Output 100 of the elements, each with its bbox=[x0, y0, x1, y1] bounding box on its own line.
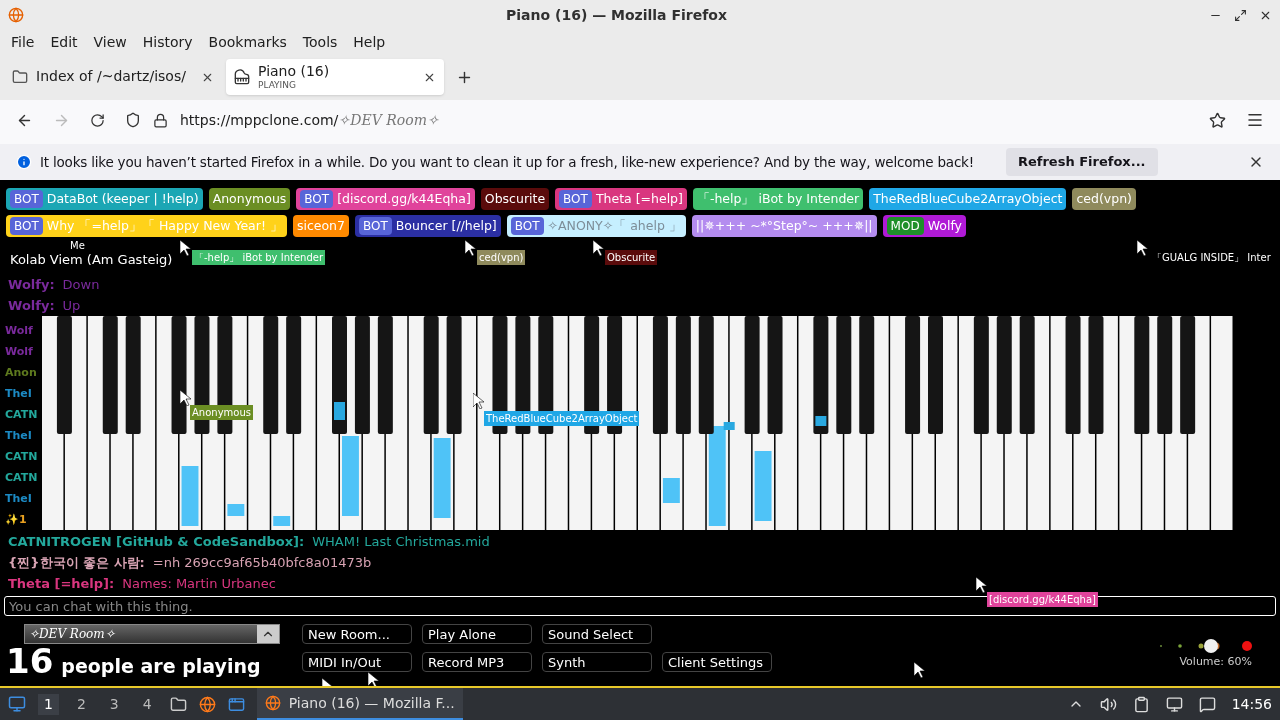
cursor-name-label: TheRedBlueCube2ArrayObject bbox=[484, 411, 640, 426]
user-name: Theta [=help] bbox=[595, 189, 683, 208]
control-button[interactable]: Sound Select bbox=[542, 624, 652, 644]
chat-name: Wolf bbox=[5, 323, 33, 339]
chat-name: CATN bbox=[5, 407, 38, 423]
user-name-tag[interactable]: BOT [discord.gg/k44Eqha] bbox=[296, 188, 475, 210]
user-name: Why 「=help」「 Happy New Year! 」 bbox=[46, 216, 283, 235]
chat-message: CATNITROGEN [GitHub & CodeSandbox]: WHAM! Last Christmas.mid bbox=[8, 533, 490, 551]
window-title: Piano (16) — Mozilla Firefox bbox=[505, 5, 728, 25]
cursor-icon bbox=[1137, 240, 1148, 256]
control-button[interactable]: New Room... bbox=[302, 624, 412, 644]
chat-message: Theta [=help]: Names: Martin Urbanec bbox=[8, 575, 276, 593]
cursor-icon bbox=[465, 240, 476, 256]
role-badge: BOT bbox=[10, 217, 43, 235]
chat-name: Wolf bbox=[5, 344, 33, 360]
role-badge: BOT bbox=[300, 190, 334, 208]
cursor-name-label: ced(vpn) bbox=[477, 250, 526, 265]
chat-name: TheI bbox=[5, 386, 32, 402]
cursor-icon bbox=[914, 662, 925, 678]
user-name: Wolfy bbox=[927, 216, 962, 235]
user-name-tag[interactable]: BOT Why 「=help」「 Happy New Year! 」 bbox=[6, 215, 287, 237]
cursor-name-label: Anonymous bbox=[190, 405, 253, 420]
player-count: 16 bbox=[6, 644, 54, 678]
chat-name: TheI bbox=[5, 428, 32, 444]
role-badge: BOT bbox=[359, 217, 392, 235]
tab-subtitle: PLAYING bbox=[258, 80, 297, 92]
menu-item[interactable]: Tools bbox=[294, 31, 346, 53]
user-name-tag[interactable]: BOT DataBot (keeper | !help) bbox=[6, 188, 203, 210]
cursor-name-label: [discord.gg/k44Eqha] bbox=[987, 592, 1098, 607]
tab-title: Piano (16) bbox=[258, 62, 331, 81]
menu-item[interactable]: Help bbox=[345, 31, 394, 53]
cursor-icon bbox=[180, 390, 191, 406]
room-selector[interactable]: ✧DEV Room✧ bbox=[24, 624, 280, 644]
workspace-switch[interactable]: 2 bbox=[70, 693, 92, 715]
tab-title: Index of /~dartz/isos/ bbox=[36, 68, 187, 86]
control-button[interactable]: Record MP3 bbox=[422, 652, 532, 672]
role-badge: BOT bbox=[10, 190, 43, 208]
browser-icon[interactable] bbox=[198, 695, 216, 713]
menu-item[interactable]: View bbox=[85, 31, 135, 53]
refresh-firefox-button[interactable]: Refresh Firefox... bbox=[1005, 148, 1158, 176]
cursor-icon bbox=[976, 577, 987, 593]
chat-message: Wolfy: Up bbox=[8, 297, 81, 315]
own-cursor-name: Kolab Viem (Am Gasteig) bbox=[10, 251, 173, 269]
user-name: Bouncer [//help] bbox=[395, 216, 497, 235]
user-name: ✧ANONY✧「 ahelp 」 bbox=[547, 216, 682, 235]
info-icon bbox=[16, 154, 32, 170]
clipboard-icon[interactable] bbox=[1132, 695, 1150, 713]
workspace-switch[interactable]: 4 bbox=[136, 693, 158, 715]
user-name-tag[interactable]: BOT Theta [=help] bbox=[555, 188, 687, 210]
browser-tab[interactable]: Index of /~dartz/isos/ bbox=[4, 59, 222, 95]
piano-keyboard-drawing[interactable] bbox=[42, 316, 1234, 530]
notification-text: It looks like you haven’t started Firefox in a while. Do you want to clean it up for a fresh, like-new experience? And by the way, welcome back! bbox=[40, 152, 974, 172]
taskbar-task[interactable]: Piano (16) — Mozilla F... bbox=[256, 688, 463, 720]
user-name: [discord.gg/k44Eqha] bbox=[337, 189, 471, 208]
browser-icon bbox=[264, 695, 281, 711]
user-name-tag[interactable]: BOT ✧ANONY✧「 ahelp 」 bbox=[506, 215, 686, 237]
cursor-icon bbox=[180, 240, 191, 256]
lock-icon[interactable] bbox=[153, 112, 168, 128]
chat-name: Anon bbox=[5, 365, 37, 381]
role-badge: BOT bbox=[510, 217, 544, 235]
chat-name: CATN bbox=[5, 449, 38, 465]
menu-item[interactable]: History bbox=[134, 31, 201, 53]
control-button[interactable]: MIDI In/Out bbox=[302, 652, 412, 672]
shield-icon[interactable] bbox=[125, 112, 141, 128]
notification-icon[interactable] bbox=[1198, 695, 1216, 713]
role-badge: BOT bbox=[559, 190, 592, 208]
control-button[interactable]: Play Alone bbox=[422, 624, 532, 644]
control-button[interactable]: Synth bbox=[542, 652, 652, 672]
reload-icon[interactable] bbox=[90, 112, 105, 128]
menu-item[interactable]: Bookmarks bbox=[200, 31, 295, 53]
control-button[interactable]: Client Settings bbox=[662, 652, 772, 672]
chat-name: ✨1 bbox=[5, 512, 27, 528]
browser-tab[interactable]: Piano (16) PLAYING bbox=[226, 59, 444, 95]
user-name-tag[interactable]: MOD Wolfy bbox=[882, 215, 966, 237]
role-badge: MOD bbox=[886, 217, 924, 235]
chat-name: CATN bbox=[5, 470, 38, 486]
chat-message: {찐}한국이 좋은 사람: =nh 269cc9af65b40bfc8a01473b bbox=[8, 554, 372, 572]
cursor-icon bbox=[473, 393, 484, 409]
tab-page-icon bbox=[12, 69, 28, 85]
menu-item[interactable]: File bbox=[3, 31, 43, 53]
chat-name: TheI bbox=[5, 491, 32, 507]
cursor-name-label: 「-help」 iBot by Intender bbox=[192, 250, 325, 265]
volume-label: Volume: 60% bbox=[1179, 654, 1252, 670]
user-name-tag[interactable]: BOT Bouncer [//help] bbox=[355, 215, 501, 237]
window-icon[interactable] bbox=[227, 695, 245, 713]
menu-icon[interactable] bbox=[1246, 111, 1264, 129]
user-name: DataBot (keeper | !help) bbox=[46, 189, 199, 208]
clock: 14:56 bbox=[1231, 694, 1272, 714]
chat-message: Wolfy: Down bbox=[8, 276, 100, 294]
workspace-switch[interactable]: 1 bbox=[38, 693, 59, 715]
file-manager-icon[interactable] bbox=[169, 695, 187, 713]
menu-item[interactable]: Edit bbox=[42, 31, 86, 53]
bookmark-star-icon[interactable] bbox=[1209, 111, 1226, 129]
workspace-switch[interactable]: 3 bbox=[103, 693, 125, 715]
volume-knob-drawing[interactable] bbox=[1158, 638, 1252, 654]
maximize-icon[interactable] bbox=[1234, 8, 1247, 22]
player-count-label: people are playing bbox=[61, 657, 261, 676]
cursor-name-label: Obscurite bbox=[605, 250, 658, 265]
own-cursor-tag: Me bbox=[70, 238, 85, 253]
volume-icon[interactable] bbox=[1099, 695, 1117, 713]
